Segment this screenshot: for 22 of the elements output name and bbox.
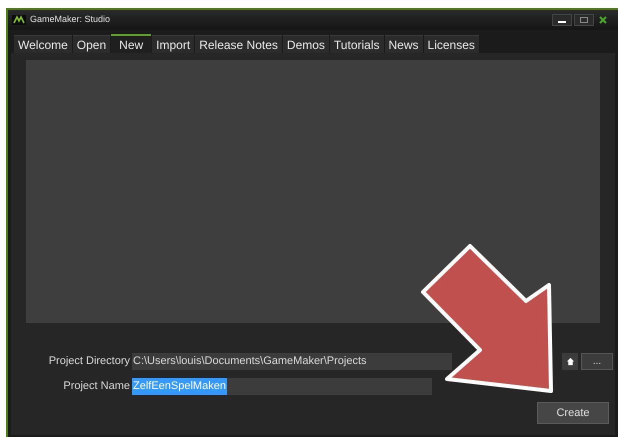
home-button[interactable] xyxy=(562,353,578,370)
maximize-button[interactable] xyxy=(574,14,594,26)
minimize-button[interactable] xyxy=(552,14,572,26)
tab[interactable]: Tutorials xyxy=(330,35,384,53)
tab[interactable]: New xyxy=(111,34,152,53)
directory-field[interactable]: C:\Users\louis\Documents\GameMaker\Projects xyxy=(132,353,452,370)
create-button[interactable]: Create xyxy=(537,402,609,424)
tab[interactable]: Open xyxy=(72,35,110,53)
field-label: Project Directory xyxy=(48,354,131,370)
home-icon xyxy=(566,357,574,366)
selected-text: ZelfEenSpelMaken xyxy=(132,378,227,395)
close-icon xyxy=(599,16,607,24)
tab[interactable]: Licenses xyxy=(424,35,479,53)
tab[interactable]: Demos xyxy=(282,35,329,53)
tab[interactable]: News xyxy=(384,35,423,53)
field-label: Project Name xyxy=(62,379,131,394)
browse-button[interactable]: ... xyxy=(581,353,613,370)
tab[interactable]: Welcome xyxy=(14,35,72,53)
tab[interactable]: Release Notes xyxy=(195,35,282,53)
window-title: GameMaker: Studio xyxy=(30,13,110,26)
app-logo-icon xyxy=(12,15,26,25)
tab[interactable]: Import xyxy=(152,35,194,53)
